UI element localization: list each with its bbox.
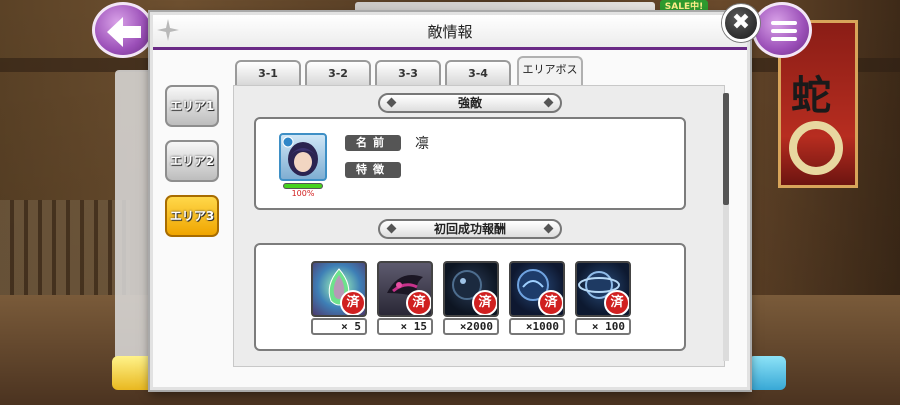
- enemy-section-heading-text: 強敵: [457, 96, 482, 110]
- reward-quantity: × 5: [311, 318, 367, 335]
- tab-3-1[interactable]: 3-1: [235, 60, 301, 86]
- enemy-section-heading: 強敵: [378, 93, 562, 113]
- obtained-stamp: 済: [406, 290, 431, 315]
- banner-character: 蛇: [791, 72, 831, 119]
- reward-quantity: ×1000: [509, 318, 565, 335]
- tab-3-2[interactable]: 3-2: [305, 60, 371, 86]
- background-event-button: [112, 356, 154, 390]
- menu-icon-line: [771, 21, 797, 25]
- area-1-button[interactable]: エリア1: [165, 85, 219, 127]
- banner-ring: [789, 121, 843, 175]
- reward-quantity: × 100: [575, 318, 631, 335]
- area-3-button[interactable]: エリア3: [165, 195, 219, 237]
- dialog-header: 敵情報: [153, 15, 747, 50]
- reward-item-5[interactable]: 済: [575, 261, 631, 317]
- back-button[interactable]: [92, 2, 154, 58]
- name-label: 名前: [345, 135, 401, 151]
- menu-button[interactable]: [752, 2, 812, 58]
- back-arrow-icon: [107, 17, 141, 47]
- menu-icon-line: [771, 37, 797, 41]
- enemy-name: 凛: [415, 136, 429, 152]
- diamond-deco-icon: [386, 97, 397, 108]
- reward-item-2[interactable]: 済: [377, 261, 433, 317]
- diamond-deco-icon: [543, 97, 554, 108]
- reward-item-1[interactable]: 済: [311, 261, 367, 317]
- diamond-deco-icon: [543, 223, 554, 234]
- trait-label: 特徴: [345, 162, 401, 178]
- reward-quantity: × 15: [377, 318, 433, 335]
- enemy-info-dialog: 敵情報 エリア1 エリア2 エリア3 3-1 3-2 3-3 3-4 エリアボス…: [150, 12, 750, 390]
- area-2-button[interactable]: エリア2: [165, 140, 219, 182]
- obtained-stamp: 済: [340, 290, 365, 315]
- enemy-portrait-icon: [282, 136, 318, 176]
- close-icon: ✖: [731, 10, 751, 35]
- menu-icon-line: [771, 29, 797, 33]
- enemy-portrait[interactable]: [279, 133, 327, 181]
- obtained-stamp: 済: [472, 290, 497, 315]
- reward-quantity: ×2000: [443, 318, 499, 335]
- dialog-title: 敵情報: [427, 23, 473, 41]
- enemy-hp-percent: 100%: [291, 189, 315, 198]
- background-left-panel: [115, 70, 155, 360]
- reward-item-3[interactable]: 済: [443, 261, 499, 317]
- obtained-stamp: 済: [604, 290, 629, 315]
- background-window: [0, 200, 130, 310]
- background-right-button: [748, 356, 786, 390]
- scrollbar-thumb[interactable]: [723, 93, 729, 205]
- close-button[interactable]: ✖: [722, 4, 760, 42]
- obtained-stamp: 済: [538, 290, 563, 315]
- tab-3-4[interactable]: 3-4: [445, 60, 511, 86]
- reward-section-heading: 初回成功報酬: [378, 219, 562, 239]
- reward-section-heading-text: 初回成功報酬: [433, 222, 506, 236]
- reward-item-4[interactable]: 済: [509, 261, 565, 317]
- tab-area-boss[interactable]: エリアボス: [517, 56, 583, 86]
- diamond-deco-icon: [386, 223, 397, 234]
- enemy-hp-fill: [284, 184, 322, 188]
- tab-3-3[interactable]: 3-3: [375, 60, 441, 86]
